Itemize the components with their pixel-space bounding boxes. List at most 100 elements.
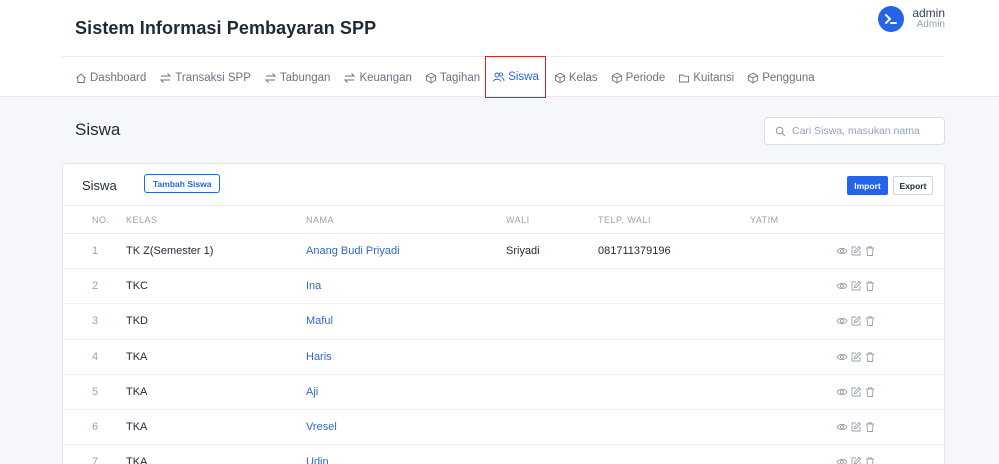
row-actions <box>836 280 878 292</box>
student-name-link[interactable]: Udin <box>306 456 329 464</box>
edit-button[interactable] <box>850 280 862 292</box>
main-nav: Dashboard Transaksi SPP Tabungan Keuanga… <box>75 56 828 98</box>
trash-icon <box>866 422 874 432</box>
view-button[interactable] <box>836 315 848 327</box>
search-box[interactable] <box>764 117 945 145</box>
cell-kelas: TKA <box>126 385 148 398</box>
nav-label: Kelas <box>568 72 598 84</box>
student-name-link[interactable]: Vresel <box>306 421 337 433</box>
student-name-link[interactable]: Anang Budi Priyadi <box>306 245 400 257</box>
edit-icon <box>851 421 862 432</box>
cell-no: 6 <box>92 420 99 433</box>
eye-icon <box>836 283 848 290</box>
delete-button[interactable] <box>864 245 876 257</box>
student-name-link[interactable]: Ina <box>306 280 321 292</box>
table-row: 5 TKA Aji <box>63 375 944 410</box>
edit-button[interactable] <box>850 245 862 257</box>
edit-button[interactable] <box>850 386 862 398</box>
row-actions <box>836 351 878 363</box>
edit-icon <box>851 281 862 291</box>
view-button[interactable] <box>836 245 848 257</box>
export-button[interactable]: Export <box>893 176 933 195</box>
import-button[interactable]: Import <box>847 176 888 195</box>
student-name-link[interactable]: Aji <box>306 386 318 398</box>
view-button[interactable] <box>836 280 848 292</box>
student-name-link[interactable]: Maful <box>306 315 333 327</box>
trash-icon <box>866 316 874 327</box>
edit-button[interactable] <box>850 315 862 327</box>
view-button[interactable] <box>836 421 848 433</box>
delete-button[interactable] <box>864 351 876 363</box>
trash-icon <box>866 281 874 292</box>
box-icon <box>748 72 759 84</box>
column-header-telp-wali: TELP. WALI <box>598 215 652 225</box>
nav-label: Tagihan <box>439 72 481 84</box>
row-actions <box>836 421 878 433</box>
view-button[interactable] <box>836 456 848 464</box>
app-title: Sistem Informasi Pembayaran SPP <box>75 18 377 38</box>
row-actions <box>836 315 878 327</box>
cell-no: 5 <box>92 385 99 398</box>
eye-icon <box>836 423 848 431</box>
table-header: NO. KELAS NAMA WALI TELP. WALI YATIM <box>63 206 944 234</box>
user-menu[interactable]: admin Admin <box>878 6 945 32</box>
view-button[interactable] <box>836 351 848 363</box>
delete-button[interactable] <box>864 421 876 433</box>
nav-item-siswa[interactable]: Siswa <box>485 56 546 98</box>
nav-item-tagihan[interactable]: Tagihan <box>425 64 480 92</box>
exchange-icon <box>264 73 277 83</box>
nav-label: Tabungan <box>279 72 331 84</box>
delete-button[interactable] <box>864 315 876 327</box>
nav-item-tabungan[interactable]: Tabungan <box>264 64 331 92</box>
nav-label: Keuangan <box>359 72 412 84</box>
cell-wali: Sriyadi <box>506 245 540 257</box>
search-input[interactable] <box>792 125 942 137</box>
search-icon <box>775 126 786 136</box>
nav-item-pengguna[interactable]: Pengguna <box>747 64 815 92</box>
edit-icon <box>851 351 862 362</box>
cell-no: 3 <box>92 315 99 328</box>
nav-item-dashboard[interactable]: Dashboard <box>75 64 146 92</box>
table-body: 1 TK Z(Semester 1) Anang Budi Priyadi Sriya… <box>63 234 944 464</box>
delete-button[interactable] <box>864 280 876 292</box>
avatar[interactable] <box>878 6 905 32</box>
folder-icon <box>679 74 690 83</box>
card-title: Siswa <box>82 178 117 193</box>
user-role: Admin <box>916 19 945 30</box>
nav-item-kelas[interactable]: Kelas <box>554 64 598 92</box>
add-student-button[interactable]: Tambah Siswa <box>144 174 221 193</box>
row-actions <box>836 245 878 257</box>
exchange-icon <box>344 73 356 83</box>
column-header-yatim: YATIM <box>750 215 779 225</box>
cell-telp-wali: 081711379196 <box>598 245 671 257</box>
nav-label: Siswa <box>508 71 539 83</box>
trash-icon <box>866 351 874 362</box>
cell-kelas: TKC <box>126 280 148 293</box>
table-row: 2 TKC Ina <box>63 269 944 305</box>
column-header-nama: NAMA <box>306 215 335 225</box>
nav-label: Dashboard <box>90 72 147 84</box>
edit-icon <box>851 386 862 397</box>
column-header-kelas: KELAS <box>126 215 158 225</box>
box-icon <box>554 72 565 84</box>
terminal-icon <box>885 14 898 24</box>
view-button[interactable] <box>836 386 848 398</box>
cell-kelas: TKA <box>126 350 148 363</box>
delete-button[interactable] <box>864 386 876 398</box>
nav-item-keuangan[interactable]: Keuangan <box>343 64 412 92</box>
trash-icon <box>866 246 874 256</box>
nav-item-transaksi-spp[interactable]: Transaksi SPP <box>159 64 251 92</box>
nav-label: Transaksi SPP <box>175 72 251 84</box>
edit-button[interactable] <box>850 456 862 464</box>
cell-kelas: TKA <box>126 456 148 464</box>
cell-no: 7 <box>92 456 99 464</box>
nav-item-kuitansi[interactable]: Kuitansi <box>678 64 734 92</box>
delete-button[interactable] <box>864 456 876 464</box>
table-row: 1 TK Z(Semester 1) Anang Budi Priyadi Sriya… <box>63 234 944 270</box>
edit-button[interactable] <box>850 351 862 363</box>
student-name-link[interactable]: Haris <box>306 351 332 363</box>
table-row: 7 TKA Udin <box>63 445 944 464</box>
eye-icon <box>836 247 848 255</box>
edit-button[interactable] <box>850 421 862 433</box>
nav-item-periode[interactable]: Periode <box>611 64 665 92</box>
